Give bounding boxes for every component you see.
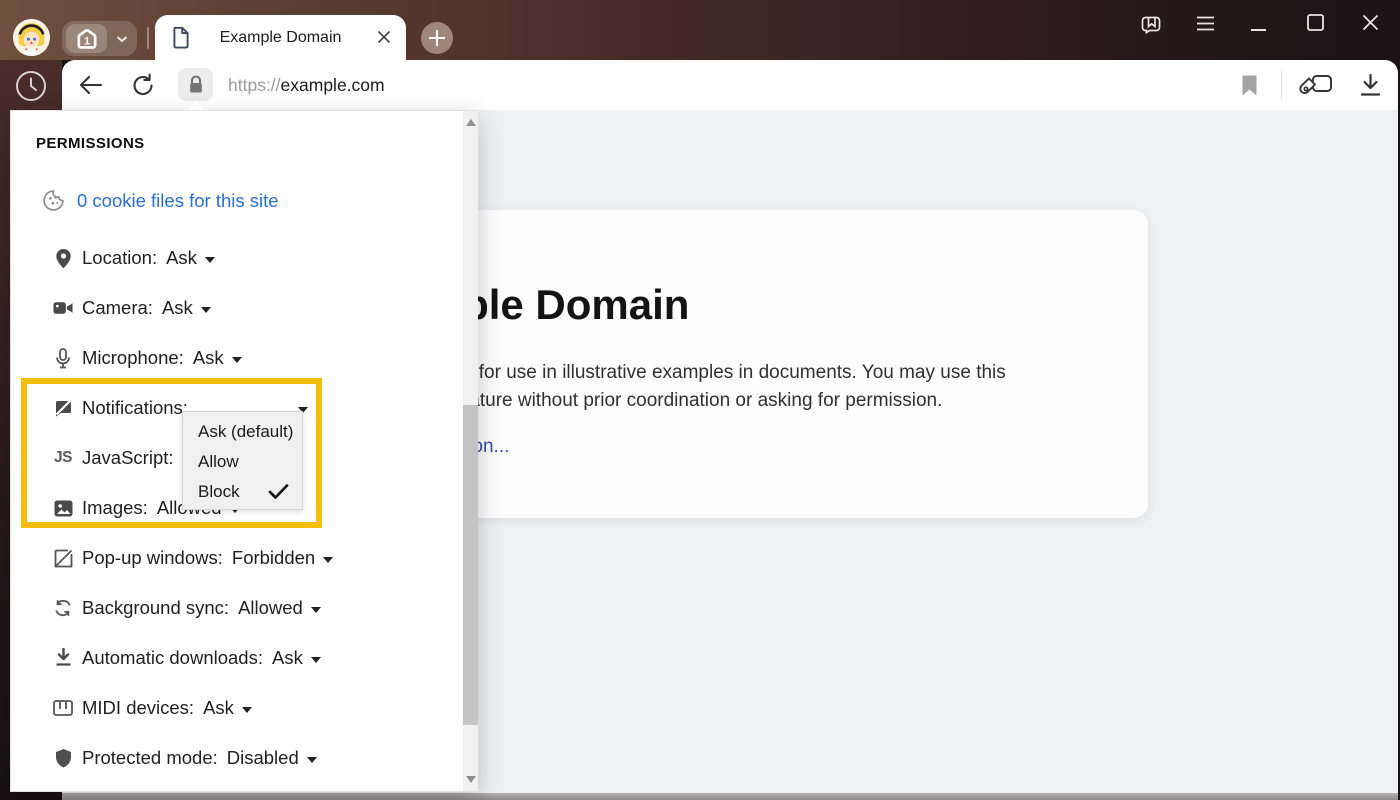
dropdown-option-allow[interactable]: Allow	[183, 447, 302, 477]
toolbar-divider	[1281, 71, 1282, 99]
browser-tab-example-domain[interactable]: Example Domain	[155, 15, 406, 60]
permission-row-protected-mode[interactable]: Protected mode: Disabled	[53, 747, 317, 769]
permission-row-location[interactable]: Location: Ask	[53, 247, 215, 269]
cookie-files-row[interactable]: 0 cookie files for this site	[42, 189, 279, 212]
chevron-down-icon	[201, 307, 211, 313]
midi-devices-icon	[53, 698, 73, 718]
titlebar: 1 Example Domain	[0, 0, 1400, 60]
side-panel-icon[interactable]	[1140, 14, 1162, 34]
cookie-icon	[42, 189, 65, 212]
page-favicon-icon	[171, 25, 191, 50]
maximize-button[interactable]	[1307, 14, 1324, 31]
titlebar-separator	[147, 27, 149, 49]
panel-scrollbar[interactable]	[463, 111, 478, 791]
extensions-icon[interactable]	[1299, 72, 1335, 100]
url-host: example.com	[281, 75, 385, 96]
profile-avatar[interactable]	[13, 19, 50, 56]
images-icon	[53, 498, 73, 518]
permission-row-popup-windows[interactable]: Pop-up windows: Forbidden	[53, 547, 333, 569]
tab-close-icon[interactable]	[375, 28, 393, 46]
automatic-downloads-icon	[53, 648, 73, 668]
chevron-down-icon	[311, 607, 321, 613]
camera-icon	[53, 298, 73, 318]
notifications-icon	[53, 398, 73, 418]
site-security-badge[interactable]	[178, 68, 213, 101]
browser-window: 1 Example Domain	[0, 0, 1400, 800]
minimize-button[interactable]	[1251, 28, 1266, 32]
notifications-dropdown-menu: Ask (default) Allow Block	[182, 411, 303, 510]
avatar-illustration	[13, 19, 50, 56]
url-scheme: https://	[228, 75, 281, 96]
reload-icon[interactable]	[130, 73, 156, 98]
address-toolbar: https://example.com	[62, 60, 1398, 110]
close-window-button[interactable]	[1362, 14, 1379, 31]
downloads-icon[interactable]	[1359, 73, 1382, 97]
cookie-files-link[interactable]: 0 cookie files for this site	[77, 190, 279, 212]
panel-anchor-arrow	[187, 101, 205, 110]
popup-windows-icon	[53, 548, 73, 568]
new-tab-button[interactable]	[421, 22, 453, 54]
chevron-down-icon	[307, 757, 317, 763]
window-bottom-edge	[62, 793, 1398, 800]
tab-counter-badge[interactable]: 1	[66, 24, 107, 53]
location-icon	[53, 248, 73, 268]
back-icon[interactable]	[78, 73, 104, 97]
permission-row-camera[interactable]: Camera: Ask	[53, 297, 211, 319]
chevron-down-icon	[242, 707, 252, 713]
svg-text:1: 1	[83, 35, 90, 47]
scroll-up-arrow-icon[interactable]	[466, 119, 476, 126]
microphone-icon	[53, 348, 73, 368]
protected-mode-icon	[53, 748, 73, 768]
tab-title: Example Domain	[220, 29, 342, 47]
bookmark-icon[interactable]	[1241, 74, 1258, 97]
chevron-down-icon	[323, 557, 333, 563]
chevron-down-icon	[232, 357, 242, 363]
tab-counter-chevron-icon[interactable]	[116, 35, 128, 43]
permission-row-microphone[interactable]: Microphone: Ask	[53, 347, 242, 369]
dropdown-option-ask-default[interactable]: Ask (default)	[183, 417, 302, 447]
menu-icon[interactable]	[1196, 16, 1215, 31]
scroll-down-arrow-icon[interactable]	[466, 776, 476, 783]
history-clock-icon[interactable]	[14, 69, 48, 103]
javascript-icon: JS	[53, 448, 73, 468]
tab-shape-icon: 1	[75, 27, 99, 51]
address-bar[interactable]: https://example.com	[228, 60, 385, 110]
lock-icon	[187, 74, 205, 95]
checkmark-icon	[268, 483, 289, 500]
permission-row-automatic-downloads[interactable]: Automatic downloads: Ask	[53, 647, 321, 669]
panel-heading: PERMISSIONS	[36, 135, 145, 152]
permission-row-midi-devices[interactable]: MIDI devices: Ask	[53, 697, 252, 719]
background-sync-icon	[53, 598, 73, 618]
chevron-down-icon	[311, 657, 321, 663]
tab-counter[interactable]: 1	[62, 21, 137, 56]
permission-row-background-sync[interactable]: Background sync: Allowed	[53, 597, 321, 619]
chevron-down-icon	[205, 257, 215, 263]
dropdown-option-block[interactable]: Block	[183, 477, 302, 507]
scrollbar-thumb[interactable]	[463, 405, 478, 725]
